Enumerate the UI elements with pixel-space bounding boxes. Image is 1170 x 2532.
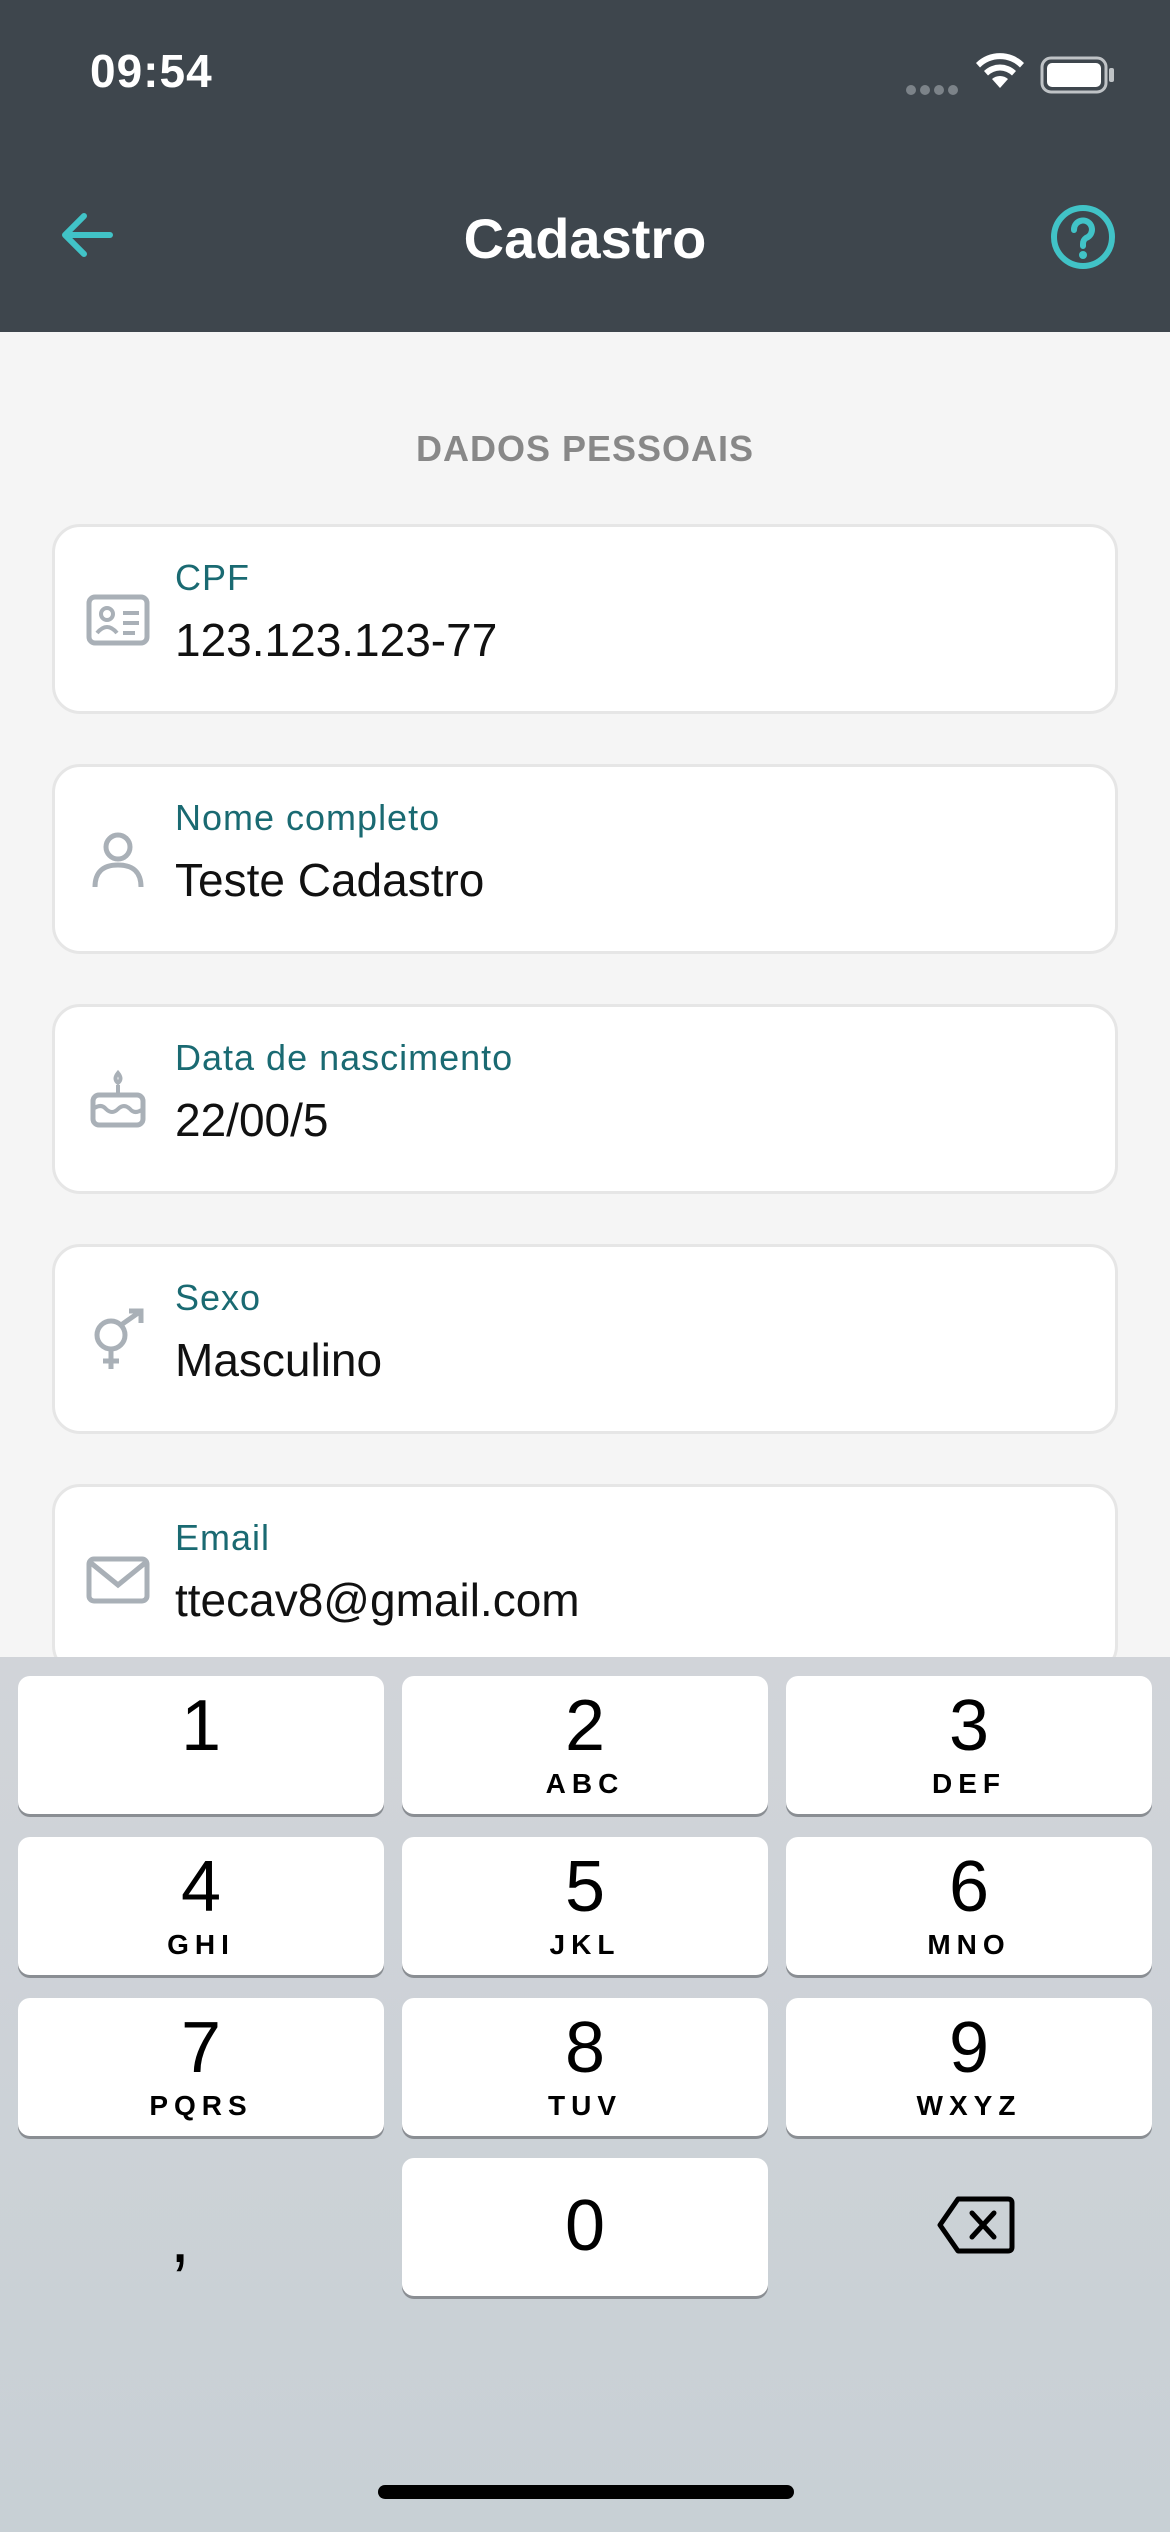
signal-icon bbox=[906, 82, 962, 100]
gender-label: Sexo bbox=[175, 1277, 262, 1318]
key-0[interactable]: 0 bbox=[402, 2158, 768, 2296]
mail-icon bbox=[86, 1556, 150, 1604]
person-icon bbox=[92, 832, 144, 888]
section-title: DADOS PESSOAIS bbox=[415, 428, 755, 469]
help-icon[interactable] bbox=[1048, 202, 1118, 272]
cpf-label: CPF bbox=[175, 557, 250, 598]
full-name-label: Nome completo bbox=[175, 797, 441, 838]
key-4[interactable]: 4 GHI bbox=[18, 1837, 384, 1975]
gender-icon bbox=[94, 1308, 144, 1369]
id-card-icon bbox=[86, 594, 150, 646]
cpf-field[interactable]: CPF 123.123.123-77 bbox=[52, 524, 1118, 714]
key-8[interactable]: 8 TUV bbox=[402, 1998, 768, 2136]
email-value: ttecav8@gmail.com bbox=[175, 1574, 580, 1626]
email-field[interactable]: Email ttecav8@gmail.com bbox=[52, 1484, 1118, 1674]
key-3[interactable]: 3 DEF bbox=[786, 1676, 1152, 1814]
gender-value: Masculino bbox=[175, 1334, 383, 1386]
birth-date-label: Data de nascimento bbox=[175, 1037, 514, 1078]
key-7[interactable]: 7 PQRS bbox=[18, 1998, 384, 2136]
wifi-icon bbox=[976, 53, 1024, 88]
full-name-value: Teste Cadastro bbox=[175, 854, 485, 906]
email-label: Email bbox=[175, 1517, 271, 1558]
birth-date-field[interactable]: Data de nascimento 22/00/5 bbox=[52, 1004, 1118, 1194]
delete-icon[interactable] bbox=[936, 2193, 1016, 2257]
cpf-value: 123.123.123-77 bbox=[175, 614, 498, 666]
screen: 09:54 Cadastro DADOS PESSOAIS CPF 123.12… bbox=[0, 0, 1170, 2532]
page-title: Cadastro bbox=[463, 207, 707, 270]
birth-date-value: 22/00/5 bbox=[175, 1094, 329, 1146]
status-time: 09:54 bbox=[90, 45, 213, 97]
battery-icon bbox=[1040, 56, 1114, 94]
header: 09:54 Cadastro bbox=[0, 0, 1170, 332]
home-indicator bbox=[378, 2485, 794, 2499]
key-9[interactable]: 9 WXYZ bbox=[786, 1998, 1152, 2136]
key-1[interactable]: 1 bbox=[18, 1676, 384, 1814]
full-name-field[interactable]: Nome completo Teste Cadastro bbox=[52, 764, 1118, 954]
key-comma[interactable]: , bbox=[170, 2197, 190, 2279]
key-5[interactable]: 5 JKL bbox=[402, 1837, 768, 1975]
cake-icon bbox=[90, 1069, 146, 1128]
key-2[interactable]: 2 ABC bbox=[402, 1676, 768, 1814]
key-6[interactable]: 6 MNO bbox=[786, 1837, 1152, 1975]
numeric-keyboard: 1 2 ABC 3 DEF 4 GHI 5 JKL 6 MNO 7 PQRS 8 bbox=[0, 1657, 1170, 2532]
gender-field[interactable]: Sexo Masculino bbox=[52, 1244, 1118, 1434]
